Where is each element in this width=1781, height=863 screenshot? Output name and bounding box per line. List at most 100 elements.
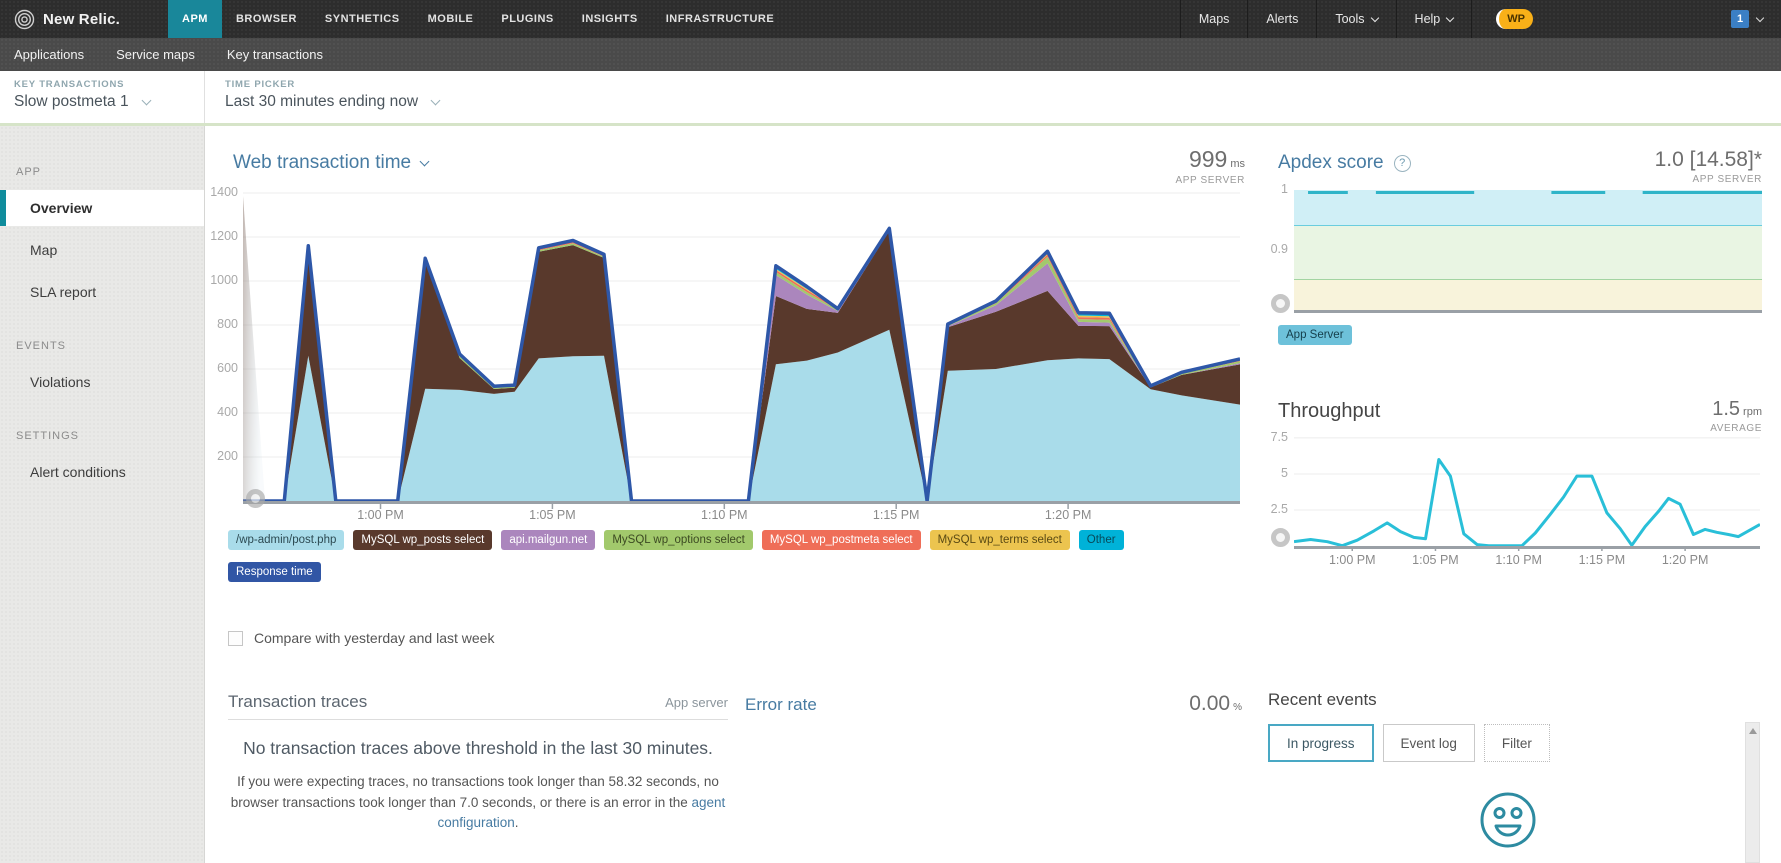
app-server-scope-label: APP SERVER (1655, 174, 1762, 185)
legend-badge-series-3[interactable]: MySQL wp_options select (604, 530, 753, 550)
recent-events-section: Recent events In progress Event log Filt… (1268, 690, 1762, 762)
brand-text: New Relic. (43, 11, 120, 28)
error-rate-section: Error rate 0.00% (745, 692, 1242, 716)
compare-label: Compare with yesterday and last week (254, 630, 494, 646)
legend-badge-series-1[interactable]: MySQL wp_posts select (353, 530, 492, 550)
sidebar-item-map[interactable]: Map (0, 232, 204, 268)
chevron-down-icon (420, 157, 430, 167)
axis-tick-label: 1:20 PM (1045, 508, 1092, 522)
account-app-switcher[interactable]: WP (1471, 0, 1557, 38)
main-chart-legend-response: Response time (228, 562, 321, 582)
legend-badge-response-time[interactable]: Response time (228, 562, 321, 582)
nav-item-help[interactable]: Help (1396, 0, 1472, 38)
throughput-chart[interactable] (1294, 430, 1760, 551)
axis-tick-label: 2.5 (1260, 502, 1288, 516)
product-tabs: APM BROWSER SYNTHETICS MOBILE PLUGINS IN… (168, 0, 788, 38)
compare-row: Compare with yesterday and last week (228, 630, 494, 646)
traces-scope-label: App server (665, 695, 728, 710)
tab-insights[interactable]: INSIGHTS (568, 0, 652, 38)
scroll-up-icon[interactable] (1746, 723, 1759, 738)
filter-button[interactable]: Filter (1484, 724, 1550, 762)
sidebar-item-sla-report[interactable]: SLA report (0, 274, 204, 310)
subnav-applications[interactable]: Applications (14, 47, 84, 62)
notification-badge[interactable]: 1 (1731, 10, 1749, 28)
compare-checkbox[interactable] (228, 631, 243, 646)
transaction-traces-title: Transaction traces (228, 692, 367, 712)
tab-synthetics[interactable]: SYNTHETICS (311, 0, 414, 38)
question-icon[interactable]: ? (1394, 155, 1411, 172)
web-transaction-time-title-text: Web transaction time (233, 152, 411, 174)
tab-mobile[interactable]: MOBILE (414, 0, 488, 38)
axis-tick-label: 0.9 (1262, 242, 1288, 256)
axis-tick-label: 400 (200, 405, 238, 419)
key-transactions-picker[interactable]: KEY TRANSACTIONS Slow postmeta 1 (0, 71, 205, 123)
axis-tick-label: 7.5 (1260, 430, 1288, 444)
time-picker-value: Last 30 minutes ending now (225, 93, 418, 111)
axis-tick-label: 600 (200, 361, 238, 375)
axis-tick-label: 1:05 PM (1412, 553, 1459, 567)
chart-watermark-icon (1271, 294, 1290, 313)
legend-badge-series-5[interactable]: MySQL wp_terms select (930, 530, 1070, 550)
key-transactions-label: KEY TRANSACTIONS (14, 79, 190, 90)
tab-infrastructure[interactable]: INFRASTRUCTURE (652, 0, 788, 38)
web-transaction-time-chart[interactable] (243, 188, 1240, 510)
sidebar-item-overview[interactable]: Overview (0, 190, 204, 226)
nav-item-maps[interactable]: Maps (1180, 0, 1248, 38)
sidebar-item-violations[interactable]: Violations (0, 364, 204, 400)
apdex-legend-badge-0[interactable]: App Server (1278, 325, 1352, 345)
legend-badge-series-0[interactable]: /wp-admin/post.php (228, 530, 344, 550)
legend-badge-series-4[interactable]: MySQL wp_postmeta select (762, 530, 921, 550)
legend-badge-series-6[interactable]: Other (1079, 530, 1124, 550)
event-log-button[interactable]: Event log (1383, 724, 1475, 762)
error-rate-value: 0.00% (1189, 692, 1242, 716)
throughput-title-text: Throughput (1278, 400, 1380, 423)
subnav-service-maps[interactable]: Service maps (116, 47, 195, 62)
tab-plugins[interactable]: PLUGINS (487, 0, 567, 38)
top-navigation: New Relic. APM BROWSER SYNTHETICS MOBILE… (0, 0, 1781, 38)
apdex-score-title: Apdex score ? (1278, 152, 1411, 174)
axis-tick-label: 1:10 PM (1495, 553, 1542, 567)
new-relic-logo[interactable]: New Relic. (0, 0, 168, 38)
apdex-chart[interactable] (1294, 190, 1762, 313)
tools-label: Tools (1335, 12, 1364, 26)
nav-item-tools[interactable]: Tools (1316, 0, 1395, 38)
apm-sub-navigation: Applications Service maps Key transactio… (0, 38, 1781, 71)
web-transaction-time-title[interactable]: Web transaction time (233, 152, 428, 174)
new-relic-logo-icon (14, 9, 35, 30)
help-label: Help (1415, 12, 1441, 26)
tools-caret-icon (1370, 13, 1378, 21)
chart-watermark-icon (246, 489, 265, 508)
axis-tick-label: 1200 (200, 229, 238, 243)
axis-tick-label: 200 (200, 449, 238, 463)
nav-item-alerts[interactable]: Alerts (1247, 0, 1316, 38)
recent-events-scrollbar[interactable] (1745, 722, 1760, 863)
sidebar-section-settings: SETTINGS (0, 424, 204, 448)
chevron-down-icon (431, 96, 441, 106)
legend-badge-series-2[interactable]: api.mailgun.net (501, 530, 595, 550)
transaction-traces-section: Transaction traces App server No transac… (228, 692, 728, 834)
axis-tick-label: 1:05 PM (529, 508, 576, 522)
traces-detail-text: If you were expecting traces, no transac… (228, 772, 728, 835)
chevron-down-icon (141, 96, 151, 106)
sidebar-section-events: EVENTS (0, 334, 204, 358)
axis-tick-label: 1:00 PM (357, 508, 404, 522)
notification-menu[interactable]: 1 (1725, 0, 1781, 38)
sidebar-item-alert-conditions[interactable]: Alert conditions (0, 454, 204, 490)
subnav-key-transactions[interactable]: Key transactions (227, 47, 323, 62)
axis-tick-label: 1:00 PM (1329, 553, 1376, 567)
time-picker[interactable]: TIME PICKER Last 30 minutes ending now (205, 71, 453, 123)
apdex-value: 1.0 [14.58]* APP SERVER (1655, 148, 1762, 185)
alerts-label: Alerts (1266, 12, 1298, 26)
throughput-value: 1.5rpm AVERAGE (1710, 398, 1762, 434)
in-progress-button[interactable]: In progress (1268, 724, 1374, 762)
axis-tick-label: 1:10 PM (701, 508, 748, 522)
apdex-title-text: Apdex score (1278, 152, 1384, 174)
web-transaction-time-value: 999ms APP SERVER (1175, 146, 1245, 186)
axis-tick-label: 1000 (200, 273, 238, 287)
wp-app-badge[interactable]: WP (1496, 9, 1533, 29)
tab-browser[interactable]: BROWSER (222, 0, 311, 38)
tab-apm[interactable]: APM (168, 0, 222, 38)
top-nav-right: Maps Alerts Tools Help WP 1 (1180, 0, 1781, 38)
new-relic-apm-overview: { "topnav": { "brand": "New Relic.", "ta… (0, 0, 1781, 863)
sidebar-section-app: APP (0, 160, 204, 184)
